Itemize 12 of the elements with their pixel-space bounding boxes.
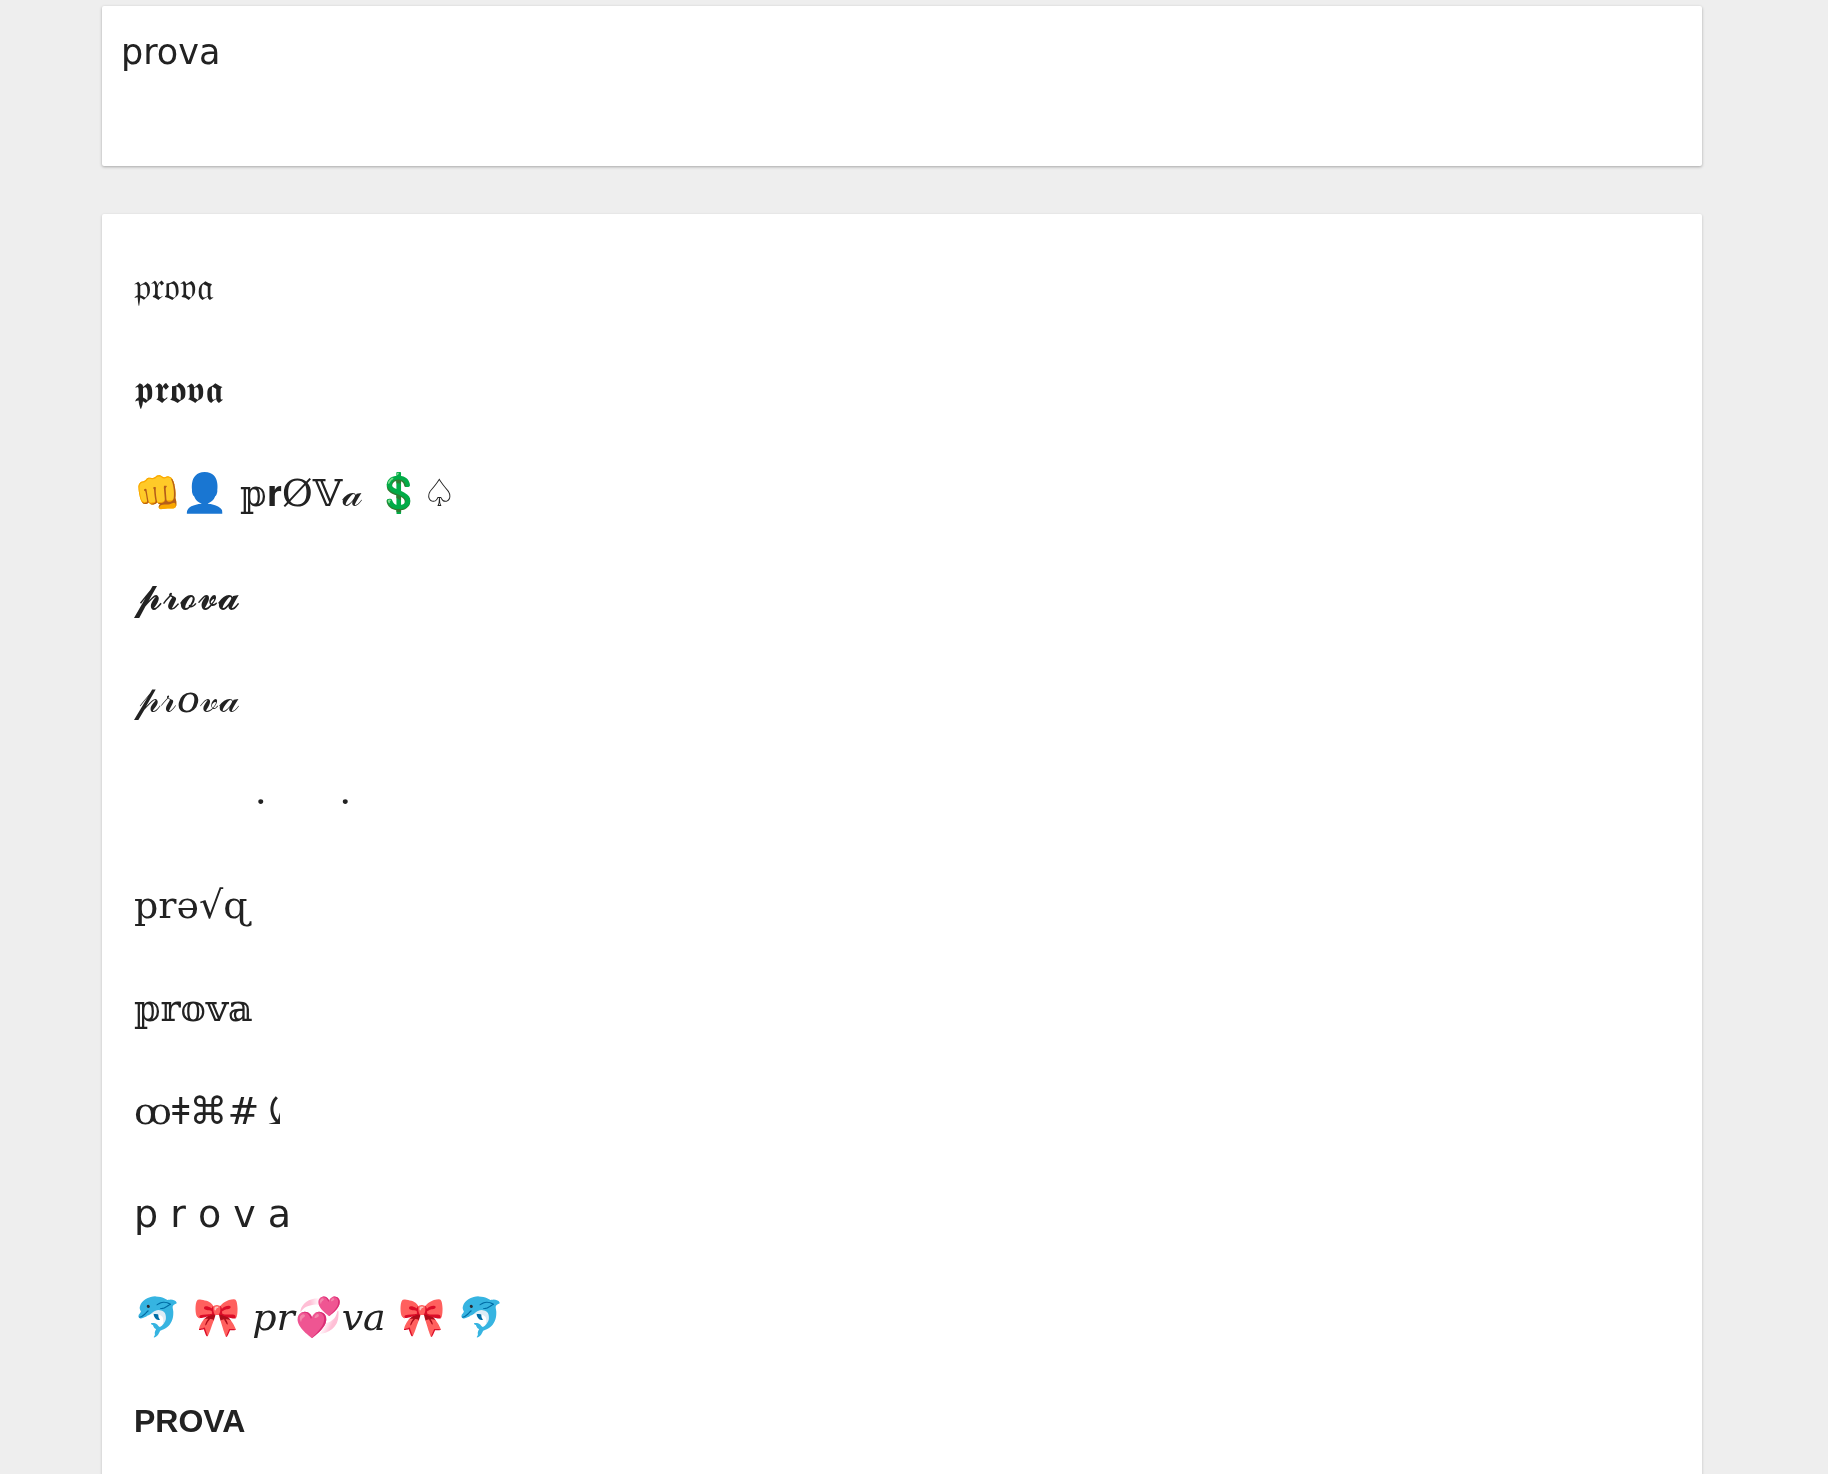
styled-text[interactable]: · · bbox=[134, 774, 352, 831]
styled-text[interactable]: 🐬 🎀 𝑝𝑟💞𝑣𝑎 🎀 🐬 bbox=[134, 1289, 504, 1346]
styled-text[interactable]: PROVA bbox=[134, 1396, 246, 1445]
styled-text[interactable]: p r o v a bbox=[134, 1186, 292, 1243]
styled-text[interactable]: ꝏǂ⌘#⤹ bbox=[134, 1083, 292, 1140]
styled-text[interactable]: 𝓅𝓇𝑜𝓋𝒶 bbox=[134, 671, 240, 728]
styled-text[interactable]: 𝕡𝕣𝕠𝕧𝕒 bbox=[134, 980, 253, 1037]
styled-text[interactable]: 𝔭𝔯𝔬𝔳𝔞 bbox=[134, 259, 214, 316]
styled-text[interactable]: 𝓹𝓻𝓸𝓿𝓪 bbox=[134, 568, 240, 625]
styled-text[interactable]: 👊👤 𝕡𝐫Ø𝕍𝒶 💲♤ bbox=[134, 465, 457, 522]
text-input-field[interactable]: prova bbox=[102, 6, 1702, 166]
styled-text[interactable]: 𝖕𝖗𝖔𝖛𝖆 bbox=[134, 362, 223, 419]
